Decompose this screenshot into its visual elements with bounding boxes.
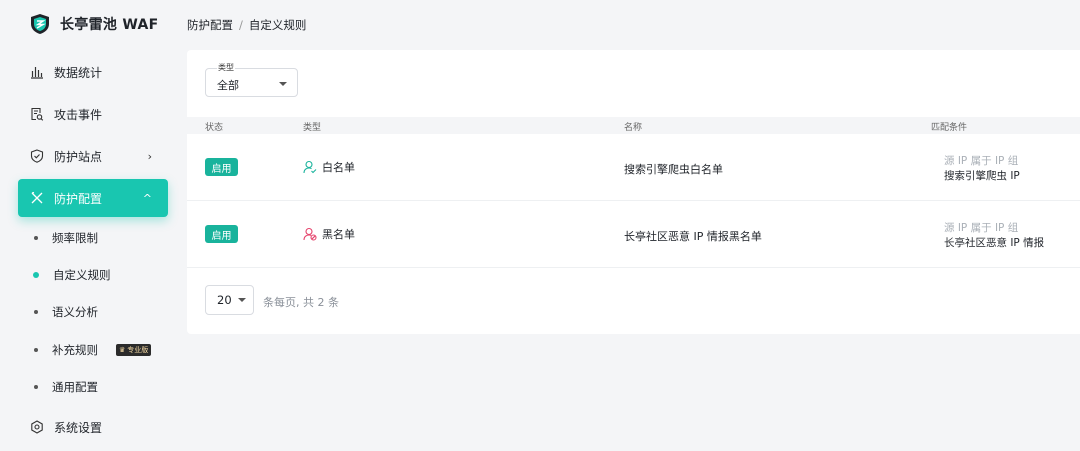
condition-cell: 源 IP 属于 IP 组 长亭社区恶意 IP 情报 (944, 221, 1044, 251)
sidebar-item-label: 系统设置 (54, 420, 103, 435)
condition-value: 搜索引擎爬虫 IP (944, 170, 1020, 182)
table-row[interactable]: 启用 白名单 搜索引擎爬虫白名单 源 IP 属于 IP 组 搜索引擎爬虫 IP (187, 134, 1080, 201)
chevron-up-icon: ^ (142, 191, 152, 205)
condition-cell: 源 IP 属于 IP 组 搜索引擎爬虫 IP (944, 154, 1020, 184)
type-cell: 黑名单 (303, 226, 355, 242)
column-header-name: 名称 (624, 123, 643, 133)
type-filter-select[interactable]: 类型 全部 (205, 62, 298, 97)
condition-value: 长亭社区恶意 IP 情报 (944, 237, 1045, 249)
caret-down-icon (279, 82, 287, 86)
page-size-select[interactable]: 20 (205, 285, 254, 315)
table-header: 状态 类型 名称 匹配条件 (187, 117, 1080, 134)
chevron-right-icon: › (147, 149, 152, 163)
pro-edition-badge: ♛ 专业版 (116, 344, 152, 356)
breadcrumb-parent[interactable]: 防护配置 (187, 17, 233, 33)
caret-down-icon (237, 298, 246, 302)
sidebar-item-label: 防护配置 (54, 191, 103, 206)
sidebar-subitem-label: 频率限制 (52, 231, 98, 245)
sidebar-subitem-general-config[interactable]: 通用配置 (34, 377, 98, 397)
app-title: 长亭雷池 WAF (60, 17, 159, 33)
status-badge[interactable]: 启用 (205, 158, 238, 176)
condition-description: 源 IP 属于 IP 组 (944, 155, 1019, 167)
sidebar-item-data-stats[interactable]: 数据统计 (18, 53, 168, 91)
rule-name[interactable]: 长亭社区恶意 IP 情报黑名单 (624, 228, 762, 244)
user-check-icon (303, 160, 317, 174)
breadcrumb: 防护配置 / 自定义规则 (187, 17, 306, 33)
shield-logo-icon (31, 14, 49, 34)
crown-icon: ♛ (119, 346, 126, 354)
bar-chart-icon (30, 65, 44, 79)
rules-panel: 类型 全部 状态 类型 名称 匹配条件 启用 白名单 搜索引擎爬虫白名单 源 I… (187, 50, 1080, 334)
sidebar-item-system-settings[interactable]: 系统设置 (18, 408, 168, 446)
user-block-icon (303, 227, 317, 241)
sidebar: 长亭雷池 WAF 数据统计 攻击事件 防护站点 › 防护配置 ^ 频率限制 自定… (0, 0, 186, 451)
sidebar-subitem-rate-limit[interactable]: 频率限制 (34, 228, 98, 248)
shield-check-icon (30, 149, 44, 163)
rule-name[interactable]: 搜索引擎爬虫白名单 (624, 161, 723, 177)
sidebar-subitem-label: 语义分析 (52, 305, 98, 319)
type-filter-label: 类型 (217, 62, 235, 73)
type-filter-value: 全部 (217, 79, 239, 92)
column-header-status: 状态 (205, 123, 224, 133)
brand[interactable]: 长亭雷池 WAF (30, 12, 159, 36)
sidebar-item-label: 数据统计 (54, 65, 103, 80)
sidebar-item-attack-events[interactable]: 攻击事件 (18, 95, 168, 133)
bullet-icon (34, 348, 38, 352)
pagination-summary: 条每页, 共 2 条 (263, 296, 339, 309)
sidebar-item-label: 防护站点 (54, 149, 103, 164)
page-size-value: 20 (217, 293, 232, 307)
breadcrumb-current: 自定义规则 (248, 18, 307, 32)
type-cell: 白名单 (303, 159, 355, 175)
document-search-icon (30, 107, 44, 121)
sidebar-subitem-label: 补充规则 (52, 343, 98, 357)
breadcrumb-separator: / (239, 18, 243, 32)
bullet-icon (33, 272, 39, 278)
type-label: 黑名单 (322, 228, 355, 241)
sidebar-item-protected-sites[interactable]: 防护站点 › (18, 137, 168, 175)
table-row[interactable]: 启用 黑名单 长亭社区恶意 IP 情报黑名单 源 IP 属于 IP 组 长亭社区… (187, 201, 1080, 268)
bullet-icon (34, 310, 38, 314)
sidebar-item-label: 攻击事件 (54, 107, 103, 122)
bullet-icon (34, 236, 38, 240)
tools-icon (30, 191, 44, 205)
type-label: 白名单 (322, 161, 355, 174)
sidebar-subitem-label: 通用配置 (52, 380, 98, 394)
column-header-type: 类型 (303, 123, 322, 133)
bullet-icon (34, 385, 38, 389)
gear-icon (30, 420, 44, 434)
status-badge[interactable]: 启用 (205, 225, 238, 243)
sidebar-item-protection-config[interactable]: 防护配置 ^ (18, 179, 168, 217)
sidebar-subitem-label: 自定义规则 (53, 268, 111, 282)
column-header-condition: 匹配条件 (931, 123, 968, 133)
condition-description: 源 IP 属于 IP 组 (944, 222, 1019, 234)
sidebar-subitem-custom-rules[interactable]: 自定义规则 (33, 265, 111, 285)
sidebar-subitem-supplementary-rules[interactable]: 补充规则 ♛ 专业版 (34, 340, 152, 360)
sidebar-subitem-semantic-analysis[interactable]: 语义分析 (34, 302, 98, 322)
